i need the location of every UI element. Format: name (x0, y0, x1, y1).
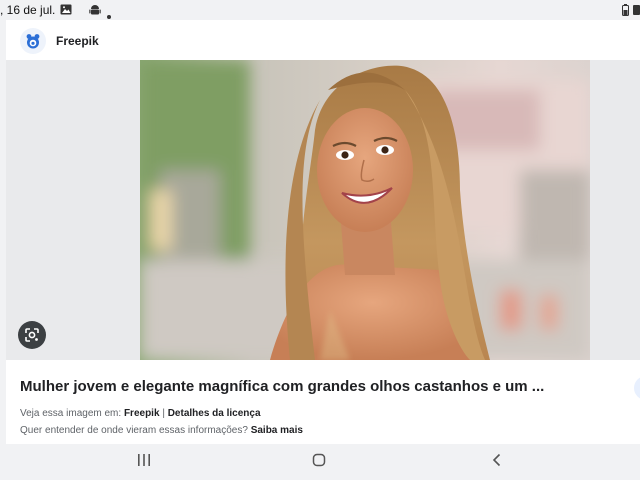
image-result-card: Freepik Mulher jovem e elegante magnífic… (6, 20, 640, 444)
see-on-source-link[interactable]: Freepik (124, 408, 160, 419)
freepik-logo-icon (26, 34, 40, 49)
status-extra-icon (633, 4, 640, 19)
source-logo[interactable] (20, 28, 46, 54)
navigation-bar (0, 444, 640, 480)
home-icon[interactable] (312, 453, 326, 472)
battery-saver-icon (622, 4, 629, 19)
recent-apps-icon[interactable] (137, 453, 151, 472)
google-lens-button[interactable] (18, 321, 46, 349)
learn-more-link[interactable]: Saiba mais (251, 425, 303, 436)
separator: | (162, 408, 165, 419)
image-preview-area (6, 60, 640, 360)
status-bar: , 16 de jul. (0, 0, 640, 20)
info-question-line: Quer entender de onde vieram essas infor… (20, 425, 303, 436)
info-question: Quer entender de onde vieram essas infor… (20, 425, 248, 436)
back-icon[interactable] (490, 453, 504, 472)
source-name[interactable]: Freepik (56, 34, 99, 48)
see-on-line: Veja essa imagem em: Freepik | Detalhes … (20, 408, 261, 419)
gallery-icon (60, 4, 72, 18)
see-on-prefix: Veja essa imagem em: (20, 408, 122, 419)
android-icon (89, 4, 101, 19)
result-title[interactable]: Mulher jovem e elegante magnífica com gr… (20, 378, 544, 395)
result-image[interactable] (140, 60, 590, 360)
lens-icon (25, 328, 39, 342)
license-details-link[interactable]: Detalhes da licença (168, 408, 261, 419)
status-time: , 16 de jul. (0, 3, 56, 17)
